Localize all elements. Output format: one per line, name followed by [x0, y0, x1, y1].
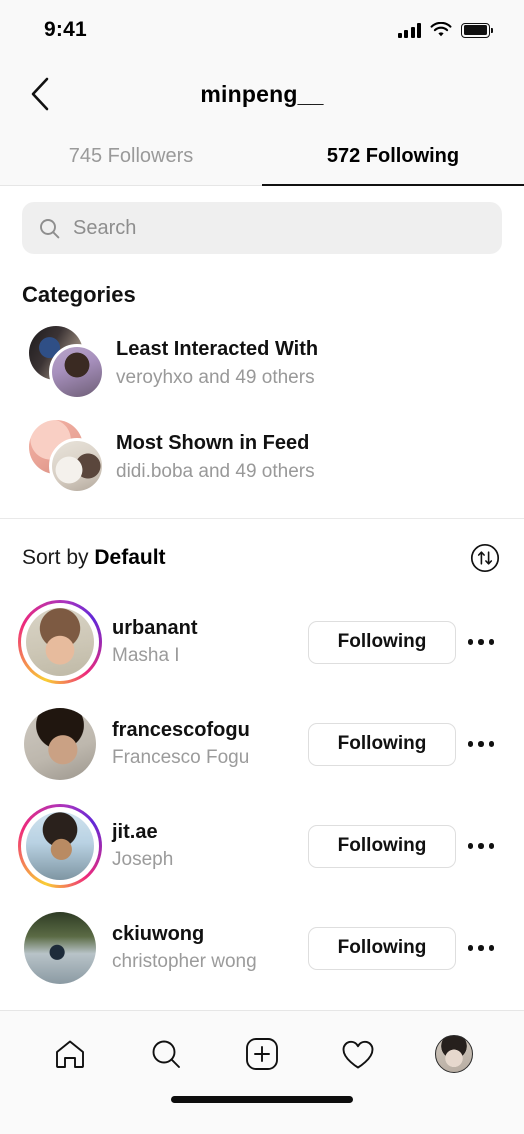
search-icon	[40, 218, 60, 238]
category-name: Least Interacted With	[116, 337, 319, 360]
avatar[interactable]	[18, 804, 102, 888]
more-options-icon[interactable]	[456, 620, 506, 664]
sort-label[interactable]: Sort by Default	[22, 546, 166, 570]
category-avatar-stack	[22, 420, 106, 494]
category-avatar-front	[49, 344, 105, 400]
search-placeholder: Search	[73, 216, 137, 239]
more-options-icon[interactable]	[456, 722, 506, 766]
profile-avatar-icon	[435, 1034, 473, 1073]
user-text: jit.ae Joseph	[112, 819, 308, 873]
more-options-icon[interactable]	[456, 824, 506, 868]
page-title: minpeng__	[200, 80, 324, 107]
user-username: francescofogu	[112, 719, 250, 742]
user-text: urbanant Masha I	[112, 615, 308, 669]
home-icon	[56, 1040, 84, 1068]
sort-row: Sort by Default	[0, 519, 524, 591]
user-row[interactable]: jit.ae Joseph Following	[0, 795, 524, 897]
profile-photo	[24, 912, 96, 984]
user-username: ckiuwong	[112, 923, 205, 946]
tab-followers[interactable]: 745 Followers	[0, 128, 262, 185]
category-subtitle: didi.boba and 49 others	[116, 460, 315, 482]
create-post-icon	[246, 1037, 278, 1070]
tab-create[interactable]	[233, 1025, 291, 1083]
user-text: francescofogu Francesco Fogu	[112, 717, 308, 771]
sort-toggle-button[interactable]	[468, 541, 502, 575]
status-bar-time: 9:41	[44, 18, 87, 41]
following-button[interactable]: Following	[308, 620, 456, 664]
tab-following[interactable]: 572 Following	[262, 128, 524, 186]
sort-prefix: Sort by	[22, 546, 89, 569]
category-name: Most Shown in Feed	[116, 431, 310, 454]
search-icon	[152, 1040, 180, 1068]
category-subtitle: veroyhxo and 49 others	[116, 366, 315, 388]
user-fullname: Masha I	[112, 645, 180, 667]
tab-profile[interactable]	[425, 1025, 483, 1083]
status-bar: 9:41	[0, 0, 524, 60]
user-row[interactable]: urbanant Masha I Following	[0, 591, 524, 693]
scroll-content: Search Categories Least Interacted With …	[0, 186, 524, 1010]
battery-full-icon	[461, 22, 493, 38]
user-username: urbanant	[112, 617, 198, 640]
category-avatar-front	[49, 438, 105, 494]
profile-photo	[26, 608, 94, 676]
wifi-icon	[430, 22, 452, 37]
user-fullname: Francesco Fogu	[112, 747, 250, 769]
home-indicator-area	[0, 1096, 524, 1134]
back-button[interactable]	[20, 74, 60, 114]
nav-bar: minpeng__	[0, 60, 524, 128]
tab-home[interactable]	[41, 1025, 99, 1083]
avatar[interactable]	[18, 906, 102, 990]
profile-photo	[24, 708, 96, 780]
bottom-tab-bar	[0, 1010, 524, 1096]
chevron-left-icon	[31, 77, 49, 111]
user-text: ckiuwong christopher wong	[112, 921, 308, 975]
search-input[interactable]: Search	[22, 202, 502, 254]
more-options-icon[interactable]	[456, 926, 506, 970]
category-text: Least Interacted With veroyhxo and 49 ot…	[116, 336, 318, 391]
tab-activity[interactable]	[329, 1025, 387, 1083]
following-button[interactable]: Following	[308, 722, 456, 766]
categories-heading: Categories	[22, 282, 136, 307]
following-button[interactable]: Following	[308, 824, 456, 868]
category-text: Most Shown in Feed didi.boba and 49 othe…	[116, 430, 315, 485]
app-screen: 9:41 minpeng__ 745 Followers 572 Followi…	[0, 0, 524, 1134]
avatar[interactable]	[18, 600, 102, 684]
status-bar-indicators	[397, 22, 493, 38]
home-indicator	[171, 1096, 353, 1103]
category-row-most-shown[interactable]: Most Shown in Feed didi.boba and 49 othe…	[0, 410, 524, 504]
search-section: Search	[0, 186, 524, 268]
user-row[interactable]: francescofogu Francesco Fogu Following	[0, 693, 524, 795]
sort-arrows-circle-icon	[470, 543, 500, 573]
tab-bar: 745 Followers 572 Following	[0, 128, 524, 186]
tab-search[interactable]	[137, 1025, 195, 1083]
user-fullname: Joseph	[112, 849, 174, 871]
user-row[interactable]: ckiuwong christopher wong Following	[0, 897, 524, 999]
profile-photo	[26, 812, 94, 880]
heart-icon	[342, 1040, 374, 1068]
category-row-least-interacted[interactable]: Least Interacted With veroyhxo and 49 ot…	[0, 316, 524, 410]
avatar[interactable]	[18, 702, 102, 786]
cellular-bars-icon	[397, 22, 421, 38]
sort-value: Default	[94, 546, 166, 569]
following-button[interactable]: Following	[308, 926, 456, 970]
user-username: jit.ae	[112, 821, 158, 844]
category-avatar-stack	[22, 326, 106, 400]
user-fullname: christopher wong	[112, 951, 257, 973]
